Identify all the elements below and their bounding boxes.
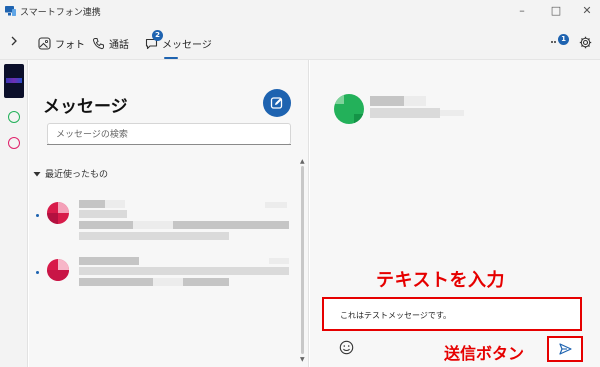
- send-annotation-label: 送信ボタン: [444, 344, 525, 363]
- recent-section-header[interactable]: 最近使ったもの: [33, 167, 108, 180]
- tab-calls[interactable]: 通話: [92, 34, 129, 52]
- redacted-contact-number: [370, 108, 440, 118]
- tab-photos[interactable]: フォト: [38, 34, 85, 52]
- redacted-contact-name: [370, 96, 404, 106]
- close-button[interactable]: ✕: [578, 3, 596, 19]
- search-input[interactable]: [47, 123, 291, 145]
- tab-calls-label: 通話: [109, 39, 129, 51]
- unread-indicator: [36, 214, 39, 217]
- scroll-down-arrow[interactable]: ▼: [300, 356, 305, 363]
- phone-link-app-icon: [5, 6, 16, 16]
- emoji-icon[interactable]: [339, 340, 354, 355]
- list-item[interactable]: [33, 200, 297, 248]
- active-tab-indicator: [164, 57, 178, 59]
- title-bar: スマートフォン連携 – □ ✕: [0, 0, 600, 24]
- redacted-time: [269, 258, 289, 264]
- recent-section-label: 最近使ったもの: [45, 170, 109, 180]
- contact-avatar: [334, 94, 364, 124]
- unread-indicator: [36, 271, 39, 274]
- avatar: [47, 259, 69, 281]
- photo-icon: [38, 36, 51, 50]
- send-button[interactable]: [547, 336, 583, 362]
- tab-messages-label: メッセージ: [162, 39, 212, 51]
- navigation-bar: フォト 通話 メッセージ 2 1: [0, 24, 600, 60]
- conversation-panel: テキストを入力 これはテストメッセージです。 送信ボタン: [310, 60, 600, 367]
- search-underline: [47, 144, 291, 145]
- message-input[interactable]: これはテストメッセージです。: [322, 297, 582, 331]
- phone-thumbnail[interactable]: [4, 64, 24, 98]
- redacted-preview: [79, 232, 229, 240]
- scroll-up-arrow[interactable]: ▲: [300, 158, 305, 165]
- avatar: [47, 202, 69, 224]
- redacted-name: [79, 200, 105, 208]
- redacted-name: [79, 210, 127, 218]
- redacted-name: [105, 200, 125, 208]
- notifications-badge: 1: [558, 34, 569, 45]
- redacted-contact-name: [404, 96, 426, 106]
- app-shortcut-pink-icon[interactable]: [8, 137, 20, 149]
- redacted-preview: [133, 221, 173, 229]
- maximize-button[interactable]: □: [547, 3, 565, 19]
- compose-icon: [270, 97, 283, 109]
- message-list-panel: メッセージ 最近使ったもの ▲ ▼: [29, 60, 309, 367]
- caret-down-icon: [33, 171, 41, 176]
- new-message-button[interactable]: [263, 89, 291, 117]
- redacted-contact-number: [440, 110, 464, 116]
- redacted-preview: [79, 267, 289, 275]
- page-title: メッセージ: [43, 97, 128, 117]
- window-title: スマートフォン連携: [20, 8, 101, 18]
- settings-gear-icon[interactable]: [579, 36, 592, 49]
- redacted-name: [79, 257, 139, 265]
- chevron-right-icon[interactable]: [8, 34, 20, 48]
- message-input-text: これはテストメッセージです。: [340, 311, 452, 320]
- list-item[interactable]: [33, 257, 297, 305]
- scrollbar-thumb[interactable]: [301, 166, 304, 354]
- redacted-preview: [79, 221, 289, 229]
- device-rail: [0, 60, 28, 367]
- messages-count-badge: 2: [152, 30, 163, 41]
- minimize-button[interactable]: –: [513, 3, 531, 19]
- send-icon: [559, 343, 572, 355]
- redacted-preview: [153, 278, 183, 286]
- input-annotation-label: テキストを入力: [376, 270, 505, 291]
- phone-icon: [92, 37, 104, 49]
- tab-photos-label: フォト: [55, 39, 85, 51]
- app-shortcut-green-icon[interactable]: [8, 111, 20, 123]
- redacted-time: [265, 202, 287, 208]
